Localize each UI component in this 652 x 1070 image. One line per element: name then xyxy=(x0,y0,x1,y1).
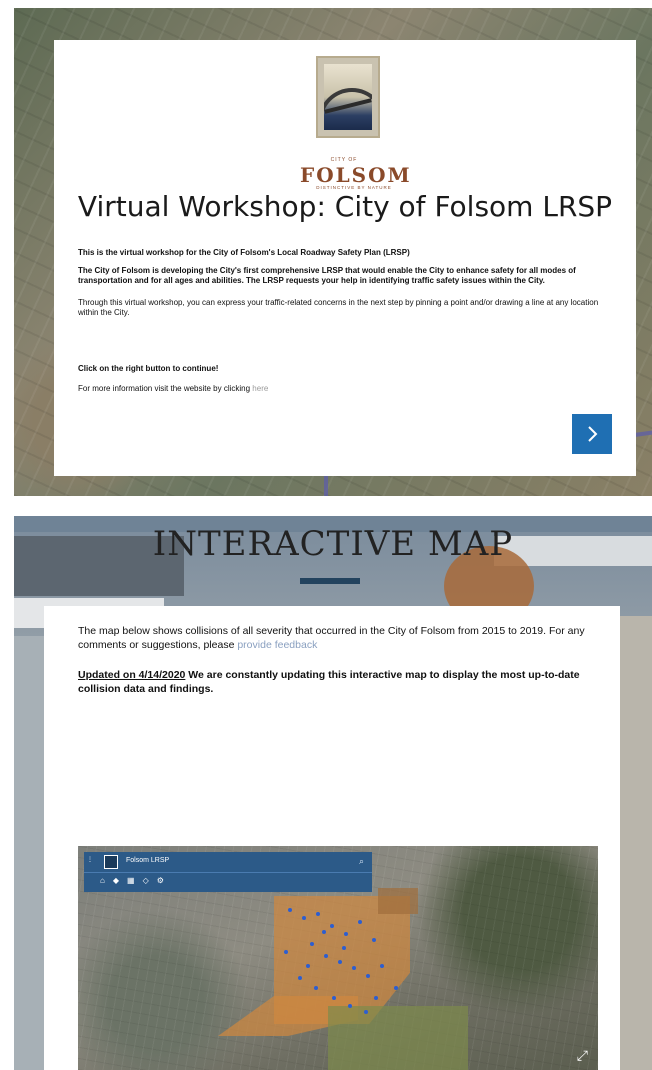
feedback-link[interactable]: provide feedback xyxy=(237,639,317,651)
logo-folsom: FOLSOM xyxy=(300,163,412,187)
map-description-text: The map below shows collisions of all se… xyxy=(78,625,585,651)
map-description: The map below shows collisions of all se… xyxy=(78,624,598,652)
collision-point xyxy=(310,942,314,946)
collision-point xyxy=(322,930,326,934)
collision-point xyxy=(348,1004,352,1008)
locate-icon[interactable]: ◇ xyxy=(143,876,149,886)
interactive-map-section: INTERACTIVE MAP The map below shows coll… xyxy=(14,516,652,1070)
open-space-region xyxy=(328,1006,468,1070)
collision-point xyxy=(298,976,302,980)
collision-point xyxy=(352,966,356,970)
grid-icon[interactable]: ▦ xyxy=(127,876,135,886)
workshop-background: CITY OF FOLSOM DISTINCTIVE BY NATURE Vir… xyxy=(14,8,652,496)
map-app-header: ⋮ Folsom LRSP ⌕ xyxy=(84,852,372,873)
map-tools: ⌂ ◆ ▦ ◇ ⚙ xyxy=(100,876,164,886)
collision-point xyxy=(374,996,378,1000)
continue-text: Click on the right button to continue! xyxy=(78,364,219,373)
map-app-toolbar: ⋮ Folsom LRSP ⌕ ⌂ ◆ ▦ ◇ ⚙ xyxy=(84,852,372,892)
website-link[interactable]: here xyxy=(252,384,268,393)
logo-frame xyxy=(316,56,380,138)
collision-point xyxy=(394,986,398,990)
settings-icon[interactable]: ⚙ xyxy=(157,876,164,886)
description-paragraph: The City of Folsom is developing the Cit… xyxy=(78,266,576,285)
heading-underline xyxy=(300,578,360,584)
collision-point xyxy=(284,950,288,954)
collision-point xyxy=(330,924,334,928)
home-icon[interactable]: ⌂ xyxy=(100,876,105,886)
map-card: The map below shows collisions of all se… xyxy=(44,606,620,1070)
collision-point xyxy=(366,974,370,978)
collision-point xyxy=(380,964,384,968)
city-logo: CITY OF FOLSOM DISTINCTIVE BY NATURE xyxy=(300,52,410,190)
menu-icon[interactable]: ⋮ xyxy=(87,856,93,863)
collision-point xyxy=(302,916,306,920)
aerial-edge xyxy=(14,636,44,1070)
collision-point xyxy=(314,986,318,990)
collision-point xyxy=(342,946,346,950)
collision-point xyxy=(372,938,376,942)
update-notice: Updated on 4/14/2020 We are constantly u… xyxy=(78,668,598,696)
collision-point xyxy=(332,996,336,1000)
expand-icon[interactable]: ⤢ xyxy=(577,1047,588,1064)
aerial-edge xyxy=(620,616,652,1070)
intro-paragraph: This is the virtual workshop for the Cit… xyxy=(78,248,410,257)
chevron-right-icon xyxy=(588,426,598,442)
collision-point xyxy=(324,954,328,958)
updated-label: Updated on 4/14/2020 xyxy=(78,669,186,681)
layers-icon[interactable]: ◆ xyxy=(113,876,119,886)
workshop-card: CITY OF FOLSOM DISTINCTIVE BY NATURE Vir… xyxy=(54,40,636,476)
embedded-map[interactable]: ⋮ Folsom LRSP ⌕ ⌂ ◆ ▦ ◇ ⚙ ⤢ xyxy=(78,846,598,1070)
app-logo-icon xyxy=(104,855,118,869)
collision-point xyxy=(306,964,310,968)
next-button[interactable] xyxy=(572,414,612,454)
search-icon[interactable]: ⌕ xyxy=(359,856,364,867)
collision-point xyxy=(316,912,320,916)
collision-point xyxy=(364,1010,368,1014)
collision-point xyxy=(358,920,362,924)
lake-region xyxy=(378,888,418,914)
collision-point xyxy=(338,960,342,964)
interactive-map-heading: INTERACTIVE MAP xyxy=(152,524,514,564)
map-app-title: Folsom LRSP xyxy=(126,857,170,864)
collision-point xyxy=(344,932,348,936)
workshop-title: Virtual Workshop: City of Folsom LRSP xyxy=(77,190,613,223)
instructions-paragraph: Through this virtual workshop, you can e… xyxy=(78,298,599,317)
more-info-prefix: For more information visit the website b… xyxy=(78,384,253,393)
more-info-text: For more information visit the website b… xyxy=(78,384,618,394)
collision-point xyxy=(288,908,292,912)
bridge-image xyxy=(324,64,372,130)
